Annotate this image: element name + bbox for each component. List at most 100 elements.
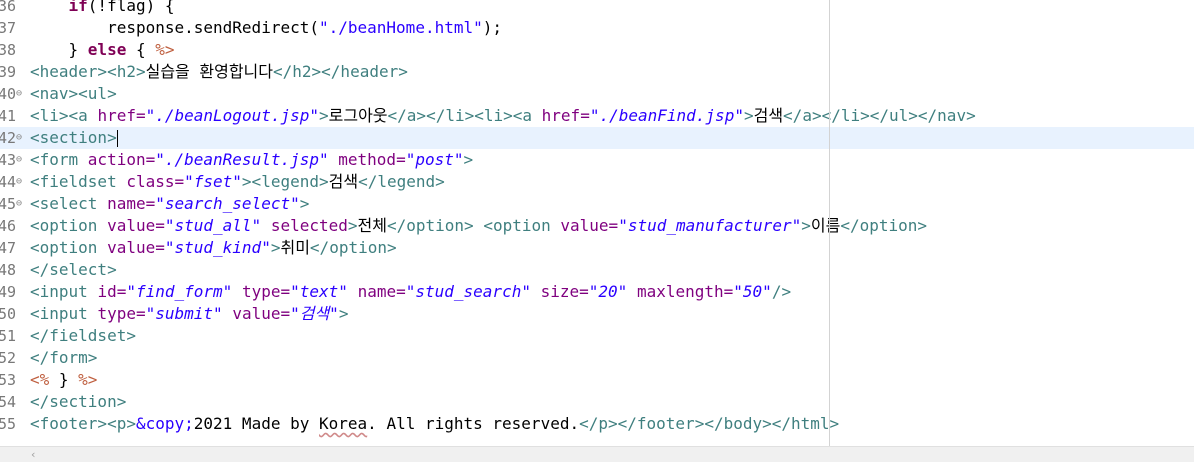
code-line[interactable]: 44 ⊖ <fieldset class="fset"><legend>검색</le… xyxy=(0,171,1194,193)
code-text: <form action="./beanResult.jsp" method="… xyxy=(30,149,473,171)
code-token: <footer><p> xyxy=(30,414,136,433)
code-token: "20" xyxy=(588,282,628,301)
code-token: > xyxy=(743,106,754,125)
code-token: <li><a xyxy=(30,106,98,125)
fold-toggle-icon[interactable]: ⊖ xyxy=(16,193,22,215)
code-line[interactable]: 52 </form> xyxy=(0,347,1194,369)
line-number-gutter: 55 xyxy=(0,413,30,435)
code-token: </a></li><li><a xyxy=(387,106,542,125)
code-text: <option value="stud_kind">취미</option> xyxy=(30,237,397,259)
code-token: response.sendRedirect( xyxy=(30,18,319,37)
fold-toggle-icon[interactable]: ⊖ xyxy=(16,83,22,105)
code-token: "post" xyxy=(405,150,464,169)
line-number: 40 xyxy=(0,85,17,103)
code-line[interactable]: 37 response.sendRedirect("./beanHome.htm… xyxy=(0,17,1194,39)
line-number-gutter: 37 xyxy=(0,17,30,39)
code-line[interactable]: 45 ⊖ <select name="search_select"> xyxy=(0,193,1194,215)
line-number-gutter: 54 xyxy=(0,391,30,413)
code-token: size= xyxy=(540,282,589,301)
code-token: > xyxy=(299,194,310,213)
fold-toggle-icon[interactable]: ⊖ xyxy=(16,127,22,149)
code-token: name= xyxy=(107,194,156,213)
horizontal-scrollbar[interactable]: ‹ xyxy=(0,446,1194,462)
code-token: id= xyxy=(97,282,127,301)
line-number-gutter: 44 ⊖ xyxy=(0,171,30,193)
code-text: <header><h2>실습을 환영합니다</h2></header> xyxy=(30,61,408,83)
code-line[interactable]: 41 <li><a href="./beanLogout.jsp">로그아웃</a… xyxy=(0,105,1194,127)
code-token: <% xyxy=(30,370,50,389)
code-token: "./beanResult.jsp" xyxy=(155,150,329,169)
code-token: </h2></header> xyxy=(273,62,408,81)
code-line[interactable]: 40 ⊖ <nav><ul> xyxy=(0,83,1194,105)
code-token: if xyxy=(68,0,88,15)
code-token: /> xyxy=(771,282,792,301)
line-number-gutter: 43 ⊖ xyxy=(0,149,30,171)
line-number-gutter: 53 xyxy=(0,369,30,391)
code-text: <select name="search_select"> xyxy=(30,193,309,215)
code-line[interactable]: 51 </fieldset> xyxy=(0,325,1194,347)
line-number-gutter: 36 xyxy=(0,0,30,17)
line-number-gutter: 40 ⊖ xyxy=(0,83,30,105)
code-token: <select xyxy=(30,194,108,213)
code-text: <footer><p>&copy;2021 Made by Korea. All… xyxy=(30,413,839,435)
code-line[interactable]: 55 <footer><p>&copy;2021 Made by Korea. A… xyxy=(0,413,1194,435)
code-token: "stud_manufacturer" xyxy=(618,216,802,235)
code-line[interactable]: 46 <option value="stud_all" selected>전체</… xyxy=(0,215,1194,237)
line-number-gutter: 50 xyxy=(0,303,30,325)
code-token: 전체 xyxy=(357,216,387,235)
code-line[interactable]: 47 <option value="stud_kind">취미</option> xyxy=(0,237,1194,259)
code-token: } xyxy=(49,370,79,389)
code-token: </legend> xyxy=(358,172,445,191)
code-line[interactable]: 39 <header><h2>실습을 환영합니다</h2></header> xyxy=(0,61,1194,83)
scroll-left-icon[interactable]: ‹ xyxy=(30,447,37,462)
line-number: 38 xyxy=(0,41,17,59)
line-number: 45 xyxy=(0,195,17,213)
code-token: </option> xyxy=(840,216,928,235)
code-token: <fieldset xyxy=(30,172,127,191)
code-line[interactable]: 48 </select> xyxy=(0,259,1194,281)
code-token: <option xyxy=(483,216,561,235)
code-line[interactable]: 42 ⊖ <section> xyxy=(0,127,1194,149)
code-line[interactable]: 43 ⊖ <form action="./beanResult.jsp" metho… xyxy=(0,149,1194,171)
code-token: <nav><ul> xyxy=(30,84,117,103)
line-number: 47 xyxy=(0,239,17,257)
code-token: > xyxy=(338,304,349,323)
line-number: 41 xyxy=(0,107,17,125)
code-line[interactable]: 54 </section> xyxy=(0,391,1194,413)
code-line[interactable]: 36 if(!flag) { xyxy=(0,0,1194,17)
code-token: %> xyxy=(78,370,98,389)
code-token: 취미 xyxy=(280,238,310,257)
line-number: 55 xyxy=(0,415,17,433)
code-editor[interactable]: 36 if(!flag) {37 response.sendRedirect("… xyxy=(0,0,1194,446)
code-token: "50" xyxy=(733,282,772,301)
code-token: { xyxy=(126,40,156,59)
code-line[interactable]: 53 <% } %> xyxy=(0,369,1194,391)
code-token: maxlength= xyxy=(636,282,734,301)
code-token: </form> xyxy=(30,348,98,367)
code-token: <header><h2> xyxy=(30,62,146,81)
code-text: <section> xyxy=(30,127,118,149)
code-token: 실습을 환영합니다 xyxy=(145,62,273,81)
code-token: class= xyxy=(126,172,185,191)
code-line[interactable]: 38 } else { %> xyxy=(0,39,1194,61)
code-token: "fset" xyxy=(184,172,242,191)
code-text: if(!flag) { xyxy=(30,0,175,17)
line-number: 49 xyxy=(0,283,17,301)
code-text: </fieldset> xyxy=(30,325,136,347)
code-line[interactable]: 50 <input type="submit" value="검색"> xyxy=(0,303,1194,325)
code-text: </form> xyxy=(30,347,97,369)
code-token: "stud_all" xyxy=(164,216,262,235)
code-text: </select> xyxy=(30,259,117,281)
line-number-gutter: 51 xyxy=(0,325,30,347)
code-line[interactable]: 49 <input id="find_form" type="text" name… xyxy=(0,281,1194,303)
code-token: </select> xyxy=(30,260,117,279)
fold-toggle-icon[interactable]: ⊖ xyxy=(16,149,22,171)
code-token: > xyxy=(347,216,358,235)
fold-toggle-icon[interactable]: ⊖ xyxy=(16,171,22,193)
line-number: 44 xyxy=(0,173,17,191)
line-number: 43 xyxy=(0,151,17,169)
code-token: 검색 xyxy=(753,106,784,125)
